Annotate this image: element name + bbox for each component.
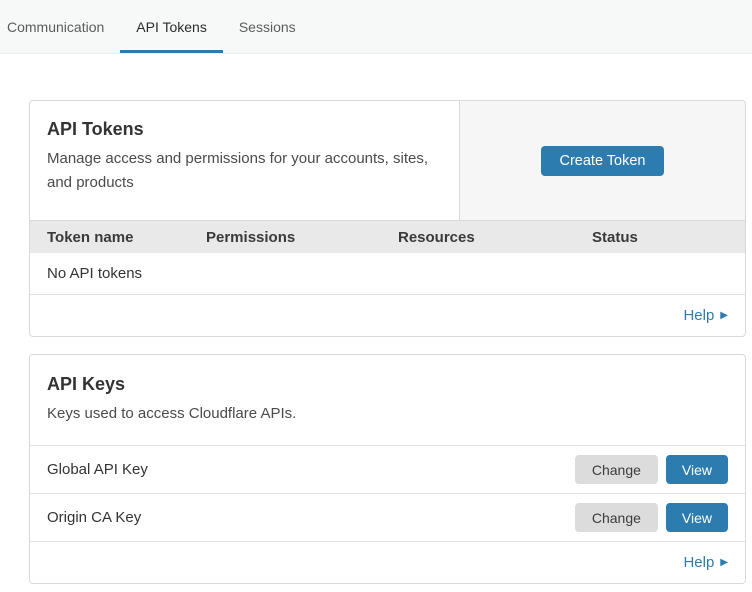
origin-ca-key-actions: Change View [575,503,728,532]
create-token-button[interactable]: Create Token [541,146,665,176]
api-tokens-help-label: Help [683,307,714,324]
api-tokens-action-panel: Create Token [460,101,745,220]
column-header-resources: Resources [398,229,592,246]
column-header-permissions: Permissions [206,229,398,246]
column-header-token-name: Token name [47,229,206,246]
tab-api-tokens[interactable]: API Tokens [120,0,223,53]
tab-sessions-label: Sessions [239,19,296,35]
api-keys-help-label: Help [683,554,714,571]
tokens-empty-state-row: No API tokens [30,253,745,295]
column-header-status: Status [592,229,745,246]
global-api-key-actions: Change View [575,455,728,484]
global-api-key-view-button[interactable]: View [666,455,728,484]
tab-sessions[interactable]: Sessions [223,0,312,53]
api-keys-card: API Keys Keys used to access Cloudflare … [29,354,746,584]
api-keys-title: API Keys [47,371,728,397]
global-api-key-row: Global API Key Change View [30,446,745,494]
api-tokens-card-header: API Tokens Manage access and permissions… [30,101,745,220]
tokens-table-header: Token name Permissions Resources Status [30,220,745,253]
chevron-right-icon: ▶ [720,311,728,321]
origin-ca-key-label: Origin CA Key [47,509,141,526]
api-tokens-card-footer: Help ▶ [30,295,745,336]
active-tab-underline [120,50,223,53]
origin-ca-key-row: Origin CA Key Change View [30,494,745,542]
api-tokens-title: API Tokens [47,116,442,142]
global-api-key-label: Global API Key [47,461,148,478]
tab-communication-label: Communication [7,19,104,35]
tab-bar: Communication API Tokens Sessions [0,0,752,54]
chevron-right-icon: ▶ [720,558,728,568]
tab-api-tokens-label: API Tokens [136,19,207,35]
main-content: API Tokens Manage access and permissions… [29,100,746,584]
api-tokens-description: Manage access and permissions for your a… [47,147,442,195]
api-keys-help-link[interactable]: Help ▶ [683,554,728,571]
tokens-empty-text: No API tokens [47,265,142,282]
api-keys-subtitle: Keys used to access Cloudflare APIs. [47,402,445,426]
global-api-key-change-button[interactable]: Change [575,455,658,484]
api-tokens-card: API Tokens Manage access and permissions… [29,100,746,337]
origin-ca-key-view-button[interactable]: View [666,503,728,532]
api-tokens-header-text: API Tokens Manage access and permissions… [30,101,460,220]
api-keys-card-header: API Keys Keys used to access Cloudflare … [30,355,745,446]
origin-ca-key-change-button[interactable]: Change [575,503,658,532]
api-keys-card-footer: Help ▶ [30,542,745,583]
tab-communication[interactable]: Communication [0,0,120,53]
api-tokens-help-link[interactable]: Help ▶ [683,307,728,324]
